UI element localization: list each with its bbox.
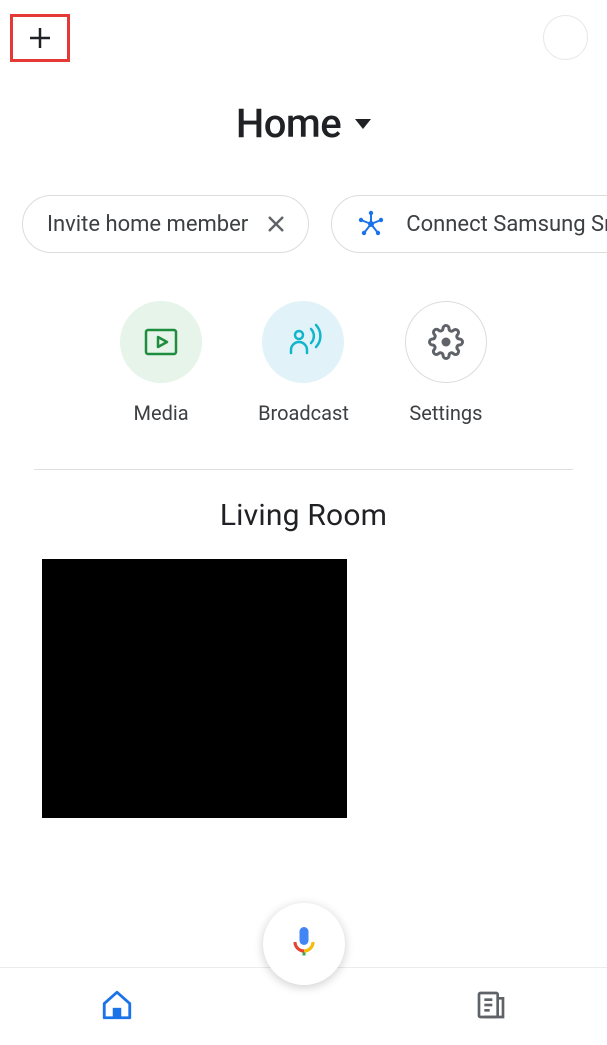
chip-invite-member[interactable]: Invite home member <box>22 195 309 253</box>
home-title: Home <box>236 100 341 147</box>
nav-feed[interactable] <box>475 989 507 1025</box>
action-label: Media <box>134 401 189 425</box>
device-tile[interactable] <box>42 559 347 818</box>
gear-icon <box>405 301 487 383</box>
chip-connect-samsung[interactable]: Connect Samsung Sma <box>331 195 607 253</box>
feed-icon <box>475 989 507 1025</box>
room-section: Living Room <box>0 498 607 818</box>
divider <box>34 469 573 470</box>
nav-home[interactable] <box>100 988 134 1026</box>
action-label: Broadcast <box>258 401 349 425</box>
account-avatar[interactable] <box>543 15 588 60</box>
top-bar <box>0 0 607 60</box>
action-settings[interactable]: Settings <box>405 301 487 425</box>
action-broadcast[interactable]: Broadcast <box>258 301 349 425</box>
broadcast-icon <box>262 301 344 383</box>
media-icon <box>120 301 202 383</box>
home-icon <box>100 988 134 1026</box>
smartthings-icon <box>356 209 386 239</box>
assistant-mic-button[interactable] <box>263 903 345 985</box>
chevron-down-icon <box>355 119 371 129</box>
action-label: Settings <box>409 401 482 425</box>
plus-icon <box>25 23 55 53</box>
suggestion-chips: Invite home member Connec <box>0 195 607 253</box>
chip-label: Connect Samsung Sma <box>406 212 607 237</box>
close-icon[interactable] <box>264 212 288 236</box>
room-title: Living Room <box>0 498 607 533</box>
quick-actions: Media Broadcast Settings <box>0 301 607 425</box>
add-button[interactable] <box>10 14 70 62</box>
action-media[interactable]: Media <box>120 301 202 425</box>
chip-label: Invite home member <box>47 212 248 237</box>
mic-icon <box>286 924 322 964</box>
home-selector[interactable]: Home <box>0 100 607 147</box>
